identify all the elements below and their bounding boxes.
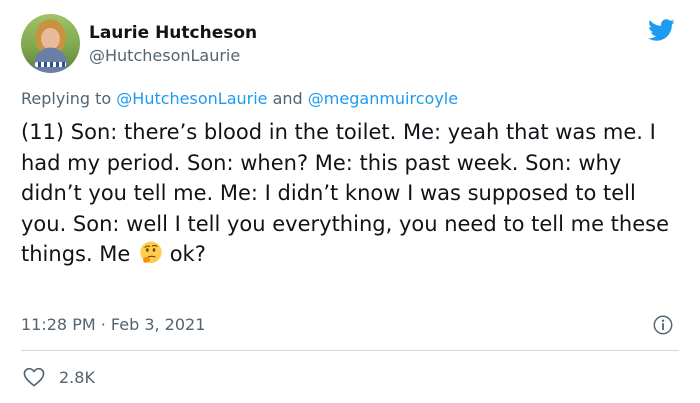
heart-icon[interactable] xyxy=(23,367,45,387)
tweet-body-end: ok? xyxy=(163,242,206,266)
tweet-body: (11) Son: there’s blood in the toilet. M… xyxy=(21,120,669,266)
twitter-bird-icon[interactable] xyxy=(645,16,677,44)
thinking-face-icon xyxy=(140,241,162,263)
avatar-detail xyxy=(35,62,66,67)
avatar[interactable] xyxy=(21,14,80,73)
tweet-text: (11) Son: there’s blood in the toilet. M… xyxy=(21,117,681,270)
mention-link-meganmuircoyle[interactable]: @meganmuircoyle xyxy=(308,89,458,108)
tweet-timestamp[interactable]: 11:28 PM · Feb 3, 2021 xyxy=(21,315,205,334)
like-action[interactable]: 2.8K xyxy=(23,366,95,388)
info-icon[interactable] xyxy=(652,314,674,336)
replying-to: Replying to @HutchesonLaurie and @meganm… xyxy=(21,89,458,108)
divider xyxy=(21,350,679,351)
replying-to-label: Replying to xyxy=(21,89,117,108)
like-count: 2.8K xyxy=(59,367,95,387)
author-handle[interactable]: @HutchesonLaurie xyxy=(89,46,240,65)
mention-link-hutchesonlaurie[interactable]: @HutchesonLaurie xyxy=(116,89,267,108)
author-name[interactable]: Laurie Hutcheson xyxy=(89,23,257,43)
replying-to-conjunction: and xyxy=(267,89,308,108)
